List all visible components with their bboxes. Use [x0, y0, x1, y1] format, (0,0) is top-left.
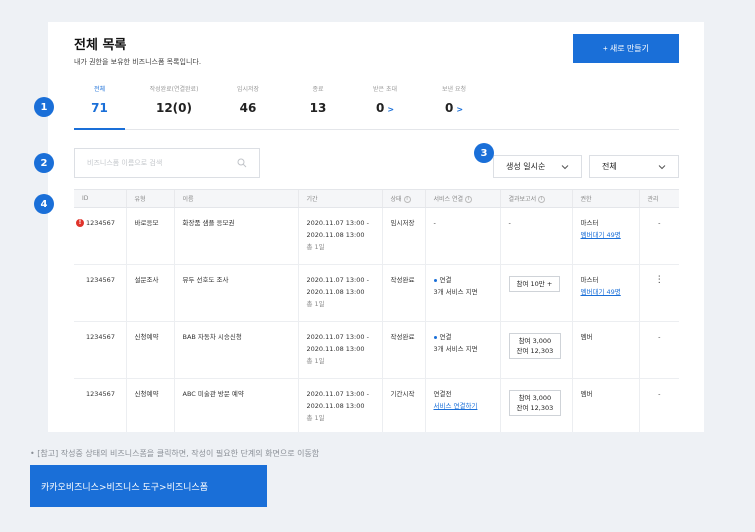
- report-button[interactable]: 참여 3,000 잔여 12,303: [508, 333, 562, 359]
- new-form-button[interactable]: + 새로 만들기: [573, 34, 679, 63]
- tab-draft[interactable]: 임시저장 46: [222, 84, 274, 115]
- breadcrumb: 카카오비즈니스>비즈니스 도구>비즈니스폼: [30, 465, 267, 507]
- period-start: 2020.11.07 13:00 -: [306, 276, 369, 284]
- report-button[interactable]: 참여 3,000 잔여 12,303: [508, 390, 562, 416]
- info-icon[interactable]: i: [403, 196, 411, 203]
- duration: 총 1일: [306, 243, 325, 251]
- row-name[interactable]: 뮤두 선호도 조사: [173, 264, 298, 322]
- duration: 총 1일: [306, 300, 325, 308]
- row-id: 1234567: [74, 321, 126, 379]
- duration: 총 1일: [306, 357, 325, 365]
- annotation-marker-4: 4: [34, 194, 54, 214]
- row-action: -: [638, 378, 679, 432]
- table-row[interactable]: 1234567 설문조사 뮤두 선호도 조사 2020.11.07 13:00 …: [74, 264, 679, 322]
- service-status: 연결전: [433, 390, 452, 398]
- duration: 총 1일: [306, 414, 325, 422]
- row-id: 1234567: [74, 264, 126, 322]
- column-header-status: 상태 i: [381, 189, 425, 208]
- pending-members-link[interactable]: 멤버대기 49명: [581, 286, 639, 298]
- period-end: 2020.11.08 13:00: [306, 402, 365, 410]
- chevron-down-icon: [561, 165, 569, 170]
- status-text: 기간시작: [381, 378, 425, 432]
- tab-sent-requests[interactable]: 보낸 요청 0 >: [426, 84, 482, 115]
- forms-table: ID 유형 이름 기간 상태 i 서비스 연결 i 결과보고서 i 권한 관리 ! 12…: [74, 189, 679, 432]
- connected-dot-icon: [433, 335, 437, 339]
- service-status: 연결: [439, 333, 452, 341]
- row-type: 신청예약: [125, 378, 174, 432]
- pending-members-link[interactable]: 멤버대기 49명: [581, 229, 639, 241]
- reference-note: • [참고] 작성중 상태의 비즈니스폼을 클릭하면, 작성이 필요한 단계의 …: [30, 449, 320, 458]
- service-status: 연결: [439, 276, 452, 284]
- tab-ended[interactable]: 종료 13: [292, 84, 344, 115]
- row-action: -: [638, 207, 679, 265]
- row-action: -: [638, 321, 679, 379]
- status-text: 임시저장: [381, 207, 425, 265]
- status-text: 작성완료: [381, 264, 425, 322]
- role-text: 멤버: [571, 321, 639, 379]
- table-row[interactable]: 1234567 신청예약 BAB 자동차 시승신청 2020.11.07 13:…: [74, 321, 679, 379]
- column-header: 관리: [638, 189, 679, 208]
- row-name[interactable]: BAB 자동차 시승신청: [173, 321, 298, 379]
- annotation-marker-1: 1: [34, 97, 54, 117]
- chevron-right-icon: >: [387, 105, 395, 114]
- row-type: 바로응모: [125, 207, 174, 265]
- row-name[interactable]: ABC 미술관 방문 예약: [173, 378, 298, 432]
- chevron-down-icon: [658, 165, 666, 170]
- column-header: ID: [74, 189, 126, 208]
- column-header: 이름: [173, 189, 298, 208]
- sort-dropdown[interactable]: 생성 일시순: [493, 155, 582, 178]
- table-row[interactable]: ! 1234567 바로응모 화장품 샘플 응모권 2020.11.07 13:0…: [74, 207, 679, 265]
- row-type: 신청예약: [125, 321, 174, 379]
- page-subtitle: 내가 권한을 보유한 비즈니스폼 목록입니다.: [74, 58, 202, 66]
- annotation-marker-3: 3: [474, 143, 494, 163]
- row-type: 설문조사: [125, 264, 174, 322]
- period-end: 2020.11.08 13:00: [306, 288, 365, 296]
- annotation-marker-2: 2: [34, 153, 54, 173]
- column-header: 권한: [571, 189, 639, 208]
- status-text: 작성완료: [381, 321, 425, 379]
- search-input[interactable]: 비즈니스폼 이름으로 검색: [74, 148, 260, 178]
- period-end: 2020.11.08 13:00: [306, 231, 365, 239]
- search-icon[interactable]: [237, 158, 247, 168]
- role-text: 마스터: [580, 276, 599, 284]
- column-header-report: 결과보고서 i: [499, 189, 572, 208]
- role-text: 멤버: [571, 378, 639, 432]
- more-options-icon[interactable]: ⋮: [638, 264, 679, 322]
- table-header: ID 유형 이름 기간 상태 i 서비스 연결 i 결과보고서 i 권한 관리: [74, 189, 679, 208]
- info-icon[interactable]: i: [538, 196, 546, 203]
- status-tabs: 전체 71 작성완료(연결완료) 12(0) 임시저장 46 종료 13 받은 …: [74, 84, 679, 130]
- connected-dot-icon: [433, 278, 437, 282]
- chevron-right-icon: >: [456, 105, 464, 114]
- tab-completed[interactable]: 작성완료(연결완료) 12(0): [130, 84, 218, 115]
- connect-service-link[interactable]: 서비스 연결하기: [434, 400, 500, 412]
- column-header: 유형: [125, 189, 174, 208]
- info-icon[interactable]: i: [465, 196, 473, 203]
- search-placeholder: 비즈니스폼 이름으로 검색: [87, 159, 163, 167]
- table-row[interactable]: 1234567 신청예약 ABC 미술관 방문 예약 2020.11.07 13…: [74, 378, 679, 432]
- period-end: 2020.11.08 13:00: [306, 345, 365, 353]
- row-name[interactable]: 화장품 샘플 응모권: [173, 207, 298, 265]
- report-button[interactable]: 참여 10만 +: [508, 276, 561, 292]
- row-id: 1234567: [86, 219, 115, 227]
- role-text: 마스터: [580, 219, 599, 227]
- type-filter-dropdown[interactable]: 전체: [589, 155, 679, 178]
- tab-all[interactable]: 전체 71: [74, 84, 125, 130]
- service-detail: 3개 서비스 지면: [433, 288, 478, 296]
- period-start: 2020.11.07 13:00 -: [306, 219, 369, 227]
- row-id: 1234567: [74, 378, 126, 432]
- tab-received-invites[interactable]: 받은 초대 0 >: [357, 84, 413, 115]
- list-card: 전체 목록 내가 권한을 보유한 비즈니스폼 목록입니다. + 새로 만들기 전…: [48, 22, 704, 432]
- service-detail: 3개 서비스 지면: [433, 345, 478, 353]
- page-title: 전체 목록: [74, 38, 127, 53]
- period-start: 2020.11.07 13:00 -: [306, 390, 369, 398]
- period-start: 2020.11.07 13:00 -: [306, 333, 369, 341]
- service-link: -: [424, 207, 500, 265]
- report-value: -: [499, 207, 572, 265]
- warning-icon: !: [76, 219, 84, 227]
- column-header: 기간: [297, 189, 382, 208]
- column-header-service: 서비스 연결 i: [424, 189, 500, 208]
